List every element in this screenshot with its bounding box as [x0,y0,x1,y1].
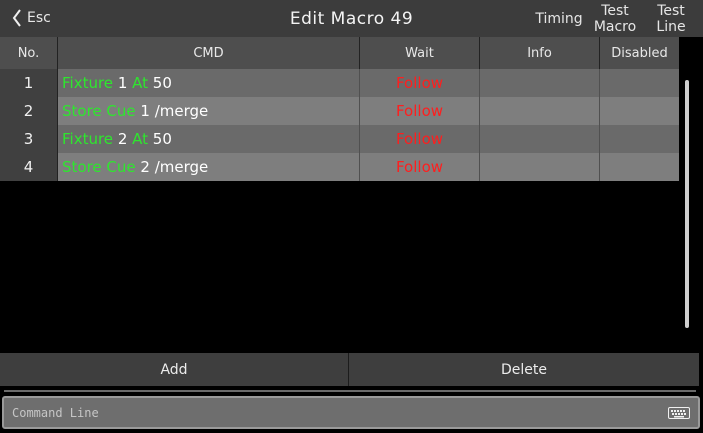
command-line[interactable] [2,396,700,429]
column-header-info[interactable]: Info [480,37,600,69]
disabled-cell[interactable] [600,69,679,97]
action-bar: Add Delete [0,353,699,386]
cmd-cell[interactable]: Fixture 2 At 50 [58,125,360,153]
cmd-keyword: Store Cue [62,158,136,176]
scrollbar-track[interactable] [679,37,699,352]
divider [4,390,696,392]
cmd-cell[interactable]: Store Cue 2 /merge [58,153,360,181]
table-row[interactable]: 4 Store Cue 2 /merge Follow [0,153,679,181]
table-header: No. CMD Wait Info Disabled [0,37,679,69]
add-button[interactable]: Add [0,353,349,386]
info-cell[interactable] [480,97,600,125]
disabled-cell[interactable] [600,97,679,125]
column-header-disabled[interactable]: Disabled [600,37,679,69]
cmd-value: 1 /merge [135,102,209,120]
cmd-value: 50 [148,74,172,92]
cmd-keyword: At [132,130,149,148]
cmd-keyword: Fixture [62,130,114,148]
cmd-value: 1 [113,74,133,92]
wait-cell[interactable]: Follow [360,153,480,181]
test-macro-label-line1: Test [601,2,629,19]
test-line-label-line2: Line [656,18,686,35]
cmd-keyword: Store Cue [62,102,136,120]
info-cell[interactable] [480,125,600,153]
cmd-value: 50 [148,130,172,148]
row-number[interactable]: 2 [0,97,58,125]
row-number[interactable]: 3 [0,125,58,153]
table-row[interactable]: 3 Fixture 2 At 50 Follow [0,125,679,153]
table-row[interactable]: 2 Store Cue 1 /merge Follow [0,97,679,125]
column-header-wait[interactable]: Wait [360,37,480,69]
row-number[interactable]: 1 [0,69,58,97]
title-bar: Esc Edit Macro 49 Timing Test Macro Test… [0,0,703,37]
test-macro-label-line2: Macro [593,18,637,35]
cmd-cell[interactable]: Store Cue 1 /merge [58,97,360,125]
cmd-keyword: At [132,74,149,92]
column-header-no[interactable]: No. [0,37,58,69]
wait-cell[interactable]: Follow [360,69,480,97]
timing-label: Timing [535,10,583,27]
cmd-value: 2 [113,130,133,148]
info-cell[interactable] [480,153,600,181]
macro-lines-table: No. CMD Wait Info Disabled 1 Fixture 1 A… [0,37,679,181]
row-number[interactable]: 4 [0,153,58,181]
disabled-cell[interactable] [600,153,679,181]
test-line-button[interactable]: Test Line [645,0,697,37]
wait-cell[interactable]: Follow [360,97,480,125]
table-row[interactable]: 1 Fixture 1 At 50 Follow [0,69,679,97]
column-header-cmd[interactable]: CMD [58,37,360,69]
cmd-cell[interactable]: Fixture 1 At 50 [58,69,360,97]
info-cell[interactable] [480,69,600,97]
test-macro-button[interactable]: Test Macro [590,0,640,37]
keyboard-icon[interactable] [668,407,690,419]
command-line-input[interactable] [12,405,652,420]
wait-cell[interactable]: Follow [360,125,480,153]
test-line-label-line1: Test [657,2,685,19]
scrollbar-thumb[interactable] [685,80,689,328]
disabled-cell[interactable] [600,125,679,153]
cmd-keyword: Fixture [62,74,114,92]
delete-button[interactable]: Delete [349,353,699,386]
cmd-value: 2 /merge [135,158,209,176]
timing-button[interactable]: Timing [530,0,588,37]
